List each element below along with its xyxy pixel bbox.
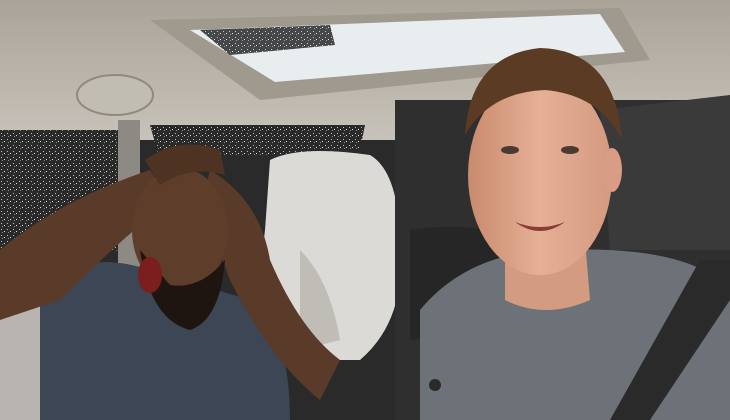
right-man-left-eye xyxy=(501,146,519,154)
right-man-right-eye xyxy=(561,146,579,154)
car-interior-photo xyxy=(0,0,730,420)
left-man-mouth xyxy=(138,257,162,293)
photo-illustration xyxy=(0,0,730,420)
shirt-logo xyxy=(429,379,441,391)
dome-light xyxy=(76,74,154,116)
right-man-ear xyxy=(602,148,622,192)
